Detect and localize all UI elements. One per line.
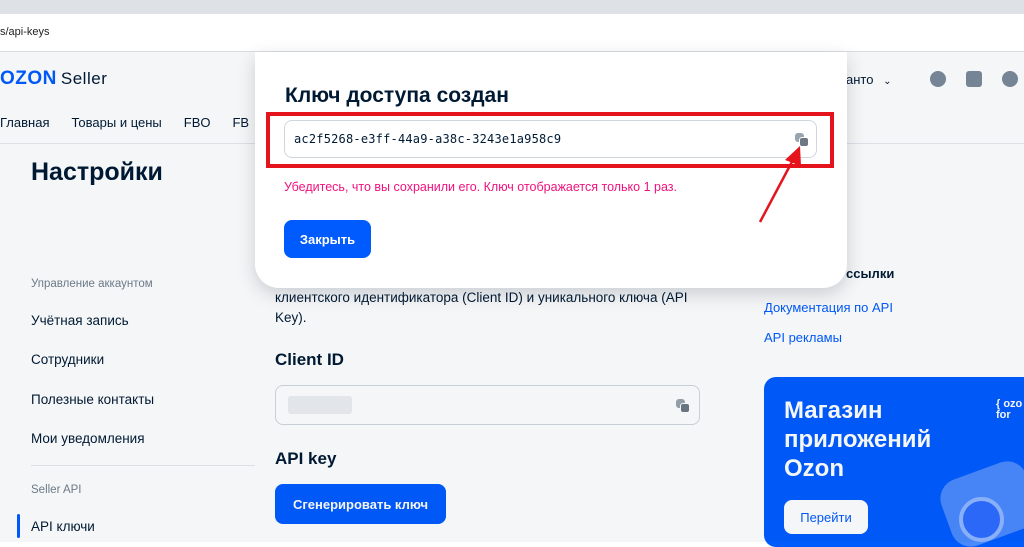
highlight-box xyxy=(266,112,834,168)
close-button[interactable]: Закрыть xyxy=(284,220,371,258)
key-created-modal: Ключ доступа создан ac2f5268-e3ff-44a9-a… xyxy=(255,52,847,288)
modal-title: Ключ доступа создан xyxy=(285,84,509,107)
browser-tab-strip xyxy=(0,0,1024,14)
url-text[interactable]: s/api-keys xyxy=(0,26,50,38)
address-bar[interactable]: s/api-keys xyxy=(0,14,1024,52)
save-warning: Убедитесь, что вы сохранили его. Ключ от… xyxy=(284,180,677,194)
